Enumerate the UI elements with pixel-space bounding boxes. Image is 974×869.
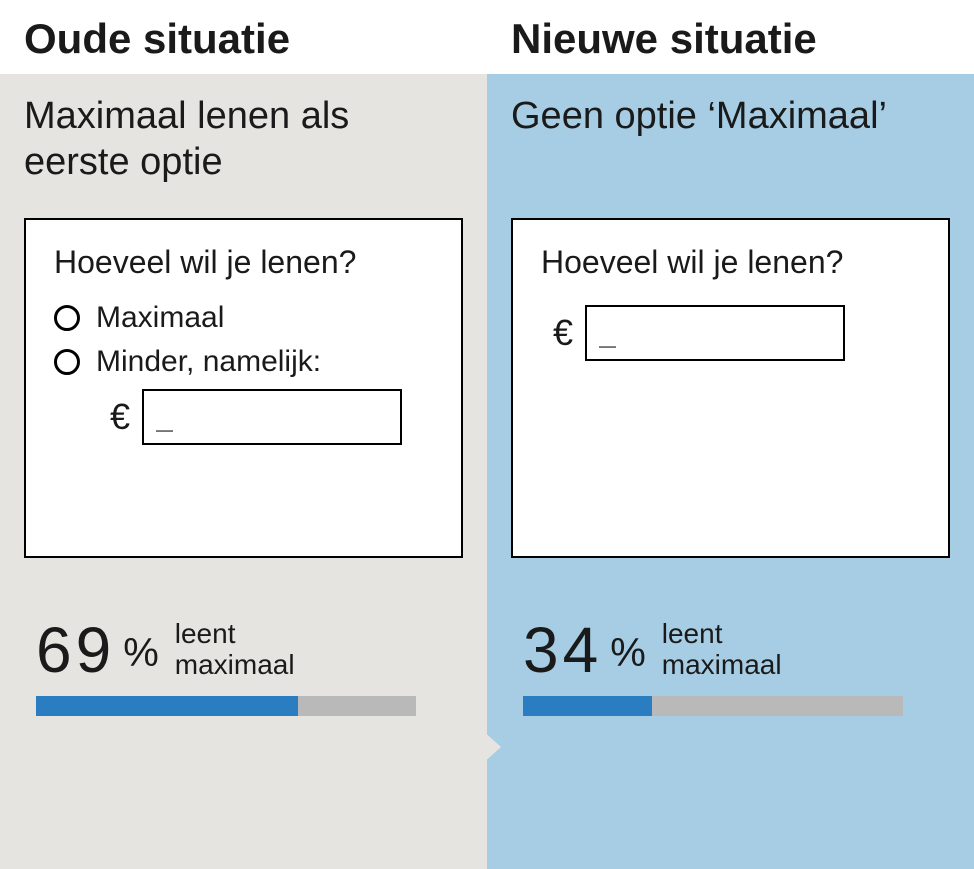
- euro-icon: €: [553, 312, 573, 354]
- amount-input-new[interactable]: [585, 305, 845, 361]
- stat-value-old: 69: [36, 618, 115, 682]
- column-new-situation: Nieuwe situatie Geen optie ‘Maximaal’ Ho…: [487, 0, 974, 869]
- stat-label-line2: maximaal: [662, 649, 782, 680]
- stat-label-line1: leent: [662, 618, 723, 649]
- stat-label-line1: leent: [175, 618, 236, 649]
- radio-label-less: Minder, namelijk:: [96, 345, 321, 379]
- progress-bar-fill-old: [36, 696, 298, 716]
- radio-icon[interactable]: [54, 305, 80, 331]
- amount-row-old: €: [110, 389, 433, 445]
- stat-row-new: 34 % leent maximaal: [511, 618, 950, 682]
- stat-value-new: 34: [523, 618, 602, 682]
- mock-form-old: Hoeveel wil je lenen? Maximaal Minder, n…: [24, 218, 463, 558]
- stat-row-old: 69 % leent maximaal: [24, 618, 463, 682]
- progress-bar-new: [523, 696, 903, 716]
- body-new: Geen optie ‘Maximaal’ Hoeveel wil je len…: [487, 74, 974, 869]
- mock-form-new: Hoeveel wil je lenen? €: [511, 218, 950, 558]
- comparison-columns: Oude situatie Maximaal lenen als eerste …: [0, 0, 974, 869]
- percent-icon: %: [610, 631, 646, 676]
- progress-bar-old: [36, 696, 416, 716]
- radio-label-max: Maximaal: [96, 301, 224, 335]
- mock-question-old: Hoeveel wil je lenen?: [54, 244, 433, 281]
- column-old-situation: Oude situatie Maximaal lenen als eerste …: [0, 0, 487, 869]
- mock-question-new: Hoeveel wil je lenen?: [541, 244, 920, 281]
- radio-row-max: Maximaal: [54, 301, 433, 335]
- header-new: Nieuwe situatie: [487, 0, 974, 74]
- progress-bar-fill-new: [523, 696, 652, 716]
- euro-icon: €: [110, 396, 130, 438]
- radio-icon[interactable]: [54, 349, 80, 375]
- subtitle-old: Maximaal lenen als eerste optie: [24, 94, 463, 190]
- amount-row-new: €: [553, 305, 920, 361]
- header-old: Oude situatie: [0, 0, 487, 74]
- stat-label-line2: maximaal: [175, 649, 295, 680]
- stat-label-new: leent maximaal: [662, 619, 782, 681]
- subtitle-new: Geen optie ‘Maximaal’: [511, 94, 950, 190]
- body-old: Maximaal lenen als eerste optie Hoeveel …: [0, 74, 487, 869]
- stat-label-old: leent maximaal: [175, 619, 295, 681]
- percent-icon: %: [123, 631, 159, 676]
- radio-row-less: Minder, namelijk:: [54, 345, 433, 379]
- amount-input-old[interactable]: [142, 389, 402, 445]
- arrow-icon: [461, 711, 501, 783]
